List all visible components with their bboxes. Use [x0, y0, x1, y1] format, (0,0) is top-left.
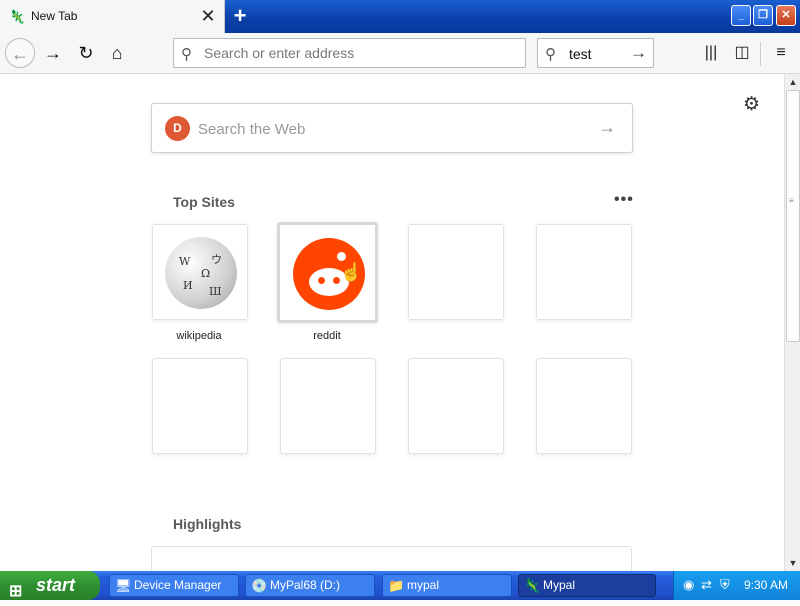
folder-icon: 📁 — [388, 578, 405, 593]
reddit-eye — [318, 277, 325, 284]
new-tab-button[interactable]: + — [229, 5, 251, 27]
web-search-submit-button[interactable]: → — [598, 117, 616, 138]
toolbar-separator — [760, 42, 761, 66]
top-sites-more-button[interactable]: ••• — [614, 191, 634, 209]
top-site-tile-empty[interactable] — [536, 358, 632, 454]
top-site-tile-empty[interactable] — [536, 224, 632, 320]
web-search-box[interactable]: D → — [151, 103, 633, 153]
taskbar-item-label: Mypal — [543, 578, 576, 592]
computer-icon: 🖥 — [115, 578, 132, 593]
top-site-tile-reddit[interactable]: ☝ — [277, 222, 378, 323]
taskbar-item-label: Device Manager — [134, 578, 222, 592]
scroll-up-arrow-icon[interactable]: ▲ — [785, 74, 800, 90]
reddit-logo-icon: ☝ — [293, 238, 365, 310]
taskbar-item-mypal68-drive[interactable]: 💿 MyPal68 (D:) — [245, 574, 375, 597]
taskbar-item-label: mypal — [407, 578, 440, 592]
scroll-grip-icon: ≡ — [789, 196, 794, 205]
scrollbar-thumb[interactable] — [786, 90, 800, 342]
settings-gear-icon[interactable]: ⚙ — [743, 93, 760, 116]
tab-title: New Tab — [31, 9, 78, 23]
start-button[interactable]: ⊞ start — [0, 571, 100, 600]
search-go-button[interactable]: → — [630, 43, 647, 63]
library-button[interactable]: ||| — [697, 39, 725, 67]
home-button[interactable]: ⌂ — [102, 38, 132, 68]
taskbar-item-device-manager[interactable]: 🖥 Device Manager — [109, 574, 239, 597]
top-site-tile-wikipedia[interactable]: W Ω И ウ Ш — [152, 224, 248, 320]
top-site-tile-empty[interactable] — [280, 358, 376, 454]
sidebar-button[interactable]: ◫ — [728, 39, 756, 67]
minimize-button[interactable]: _ — [731, 5, 751, 26]
search-value[interactable]: test — [569, 46, 592, 62]
forward-button[interactable]: → — [38, 38, 68, 68]
menu-button[interactable]: ≡ — [767, 39, 795, 67]
network-icon[interactable]: ◉ — [683, 577, 694, 593]
drive-icon: 💿 — [251, 578, 268, 593]
top-site-tile-empty[interactable] — [408, 358, 504, 454]
address-bar[interactable]: ⚲ — [173, 38, 526, 68]
top-site-tile-empty[interactable] — [152, 358, 248, 454]
new-tab-page: ⚙ D → Top Sites ••• W Ω И ウ Ш wikipedia … — [0, 74, 784, 571]
address-input[interactable] — [204, 43, 514, 63]
reddit-antenna — [337, 252, 346, 261]
mypal-icon: 🦎 — [9, 9, 26, 24]
top-sites-heading: Top Sites — [173, 194, 235, 210]
taskbar: ⊞ start 🖥 Device Manager 💿 MyPal68 (D:) … — [0, 571, 800, 600]
mypal-icon: 🦎 — [524, 578, 541, 593]
taskbar-item-mypal-folder[interactable]: 📁 mypal — [382, 574, 512, 597]
highlight-card[interactable] — [151, 546, 632, 571]
reddit-eye — [333, 277, 340, 284]
tab-strip: 🦎 New Tab ✕ + _ ❐ ✕ — [0, 0, 800, 33]
search-bar[interactable]: ⚲ test → — [537, 38, 654, 68]
wikipedia-globe-icon: W Ω И ウ Ш — [165, 237, 237, 309]
system-tray: ◉ ⇄ ⛨ 9:30 AM — [673, 571, 800, 600]
close-window-button[interactable]: ✕ — [776, 5, 796, 26]
search-icon: ⚲ — [545, 46, 556, 63]
taskbar-item-mypal-browser[interactable]: 🦎 Mypal — [518, 574, 656, 597]
top-site-label: wikipedia — [176, 330, 222, 342]
taskbar-item-label: MyPal68 (D:) — [270, 578, 341, 592]
windows-flag-icon: ⊞ — [9, 583, 23, 600]
search-icon: ⚲ — [181, 46, 192, 63]
tab-close-button[interactable]: ✕ — [199, 6, 217, 26]
top-site-tile-empty[interactable] — [408, 224, 504, 320]
maximize-button[interactable]: ❐ — [753, 5, 773, 26]
start-label: start — [36, 575, 76, 595]
scroll-down-arrow-icon[interactable]: ▼ — [785, 555, 800, 571]
highlights-heading: Highlights — [173, 516, 242, 532]
top-site-label: reddit — [313, 330, 341, 342]
tab-new-tab[interactable]: 🦎 New Tab ✕ — [0, 0, 225, 33]
nav-toolbar: ← → ↻ ⌂ ⚲ ⚲ test → ||| ◫ ≡ — [0, 33, 800, 74]
reload-button[interactable]: ↻ — [71, 38, 101, 68]
security-shield-icon[interactable]: ⛨ — [720, 577, 730, 593]
safely-remove-icon[interactable]: ⇄ — [701, 577, 712, 593]
hand-cursor-icon: ☝ — [340, 262, 363, 282]
clock: 9:30 AM — [744, 578, 789, 592]
duckduckgo-icon: D — [165, 116, 190, 141]
web-search-input[interactable] — [198, 118, 578, 140]
vertical-scrollbar[interactable]: ▲ ≡ ▼ — [784, 74, 800, 571]
back-button[interactable]: ← — [5, 38, 35, 68]
